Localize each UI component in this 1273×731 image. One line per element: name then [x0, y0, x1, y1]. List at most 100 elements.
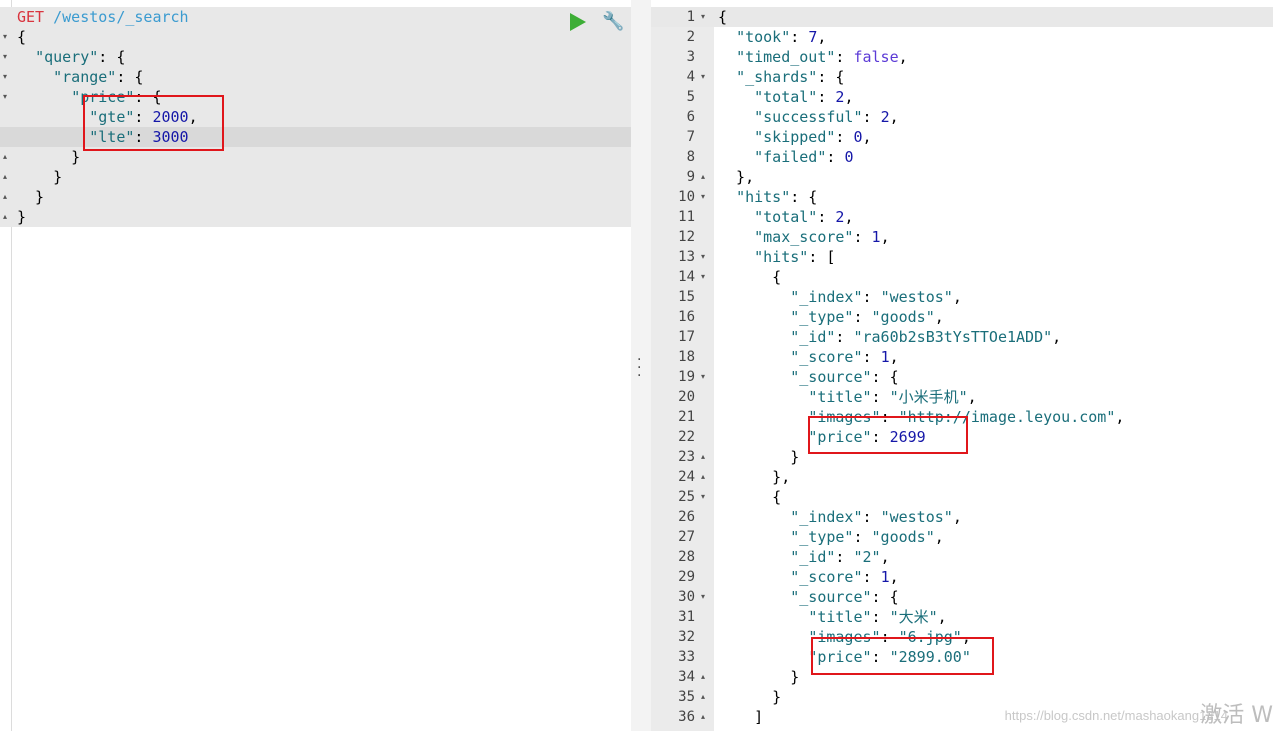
activate-windows-text: 激活 W: [1200, 703, 1273, 728]
fold-toggle-icon[interactable]: ▴: [0, 207, 10, 227]
response-code-line[interactable]: 4 ▾ "_shards": {: [651, 67, 1273, 87]
fold-toggle-icon[interactable]: ▾: [0, 67, 10, 87]
fold-toggle-icon[interactable]: ▾: [0, 47, 10, 67]
response-code-line[interactable]: 8 "failed": 0: [651, 147, 1273, 167]
line-number: 29: [678, 569, 695, 585]
fold-toggle-icon[interactable]: ▴: [698, 167, 708, 187]
request-code-line[interactable]: ▾{: [0, 27, 631, 47]
response-code-line[interactable]: 29 "_score": 1,: [651, 567, 1273, 587]
response-code-line[interactable]: 35 ▴ }: [651, 687, 1273, 707]
line-number: 14: [678, 269, 695, 285]
response-code-line[interactable]: 20 "title": "小米手机",: [651, 387, 1273, 407]
response-code-line[interactable]: 28 "_id": "2",: [651, 547, 1273, 567]
play-icon[interactable]: [570, 13, 586, 31]
line-number: 28: [678, 549, 695, 565]
highlight-box-price-2699: [808, 416, 968, 454]
response-code-line[interactable]: 9 ▴ },: [651, 167, 1273, 187]
request-path: /westos/_search: [44, 8, 189, 26]
fold-toggle-icon[interactable]: ▴: [0, 187, 10, 207]
line-number: 19: [678, 369, 695, 385]
wrench-icon[interactable]: 🔧: [602, 11, 624, 32]
response-code-line[interactable]: 7 "skipped": 0,: [651, 127, 1273, 147]
line-number: 21: [678, 409, 695, 425]
fold-toggle-icon[interactable]: ▴: [0, 147, 10, 167]
fold-toggle-icon[interactable]: ▾: [698, 67, 708, 87]
drag-handle-icon: · · ·: [637, 352, 642, 384]
fold-toggle-icon[interactable]: ▴: [698, 447, 708, 467]
line-number: 2: [686, 29, 695, 45]
response-code-line[interactable]: 11 "total": 2,: [651, 207, 1273, 227]
fold-toggle-icon[interactable]: ▴: [698, 707, 708, 727]
fold-toggle-icon[interactable]: ▾: [698, 7, 708, 27]
fold-toggle-icon[interactable]: ▾: [698, 247, 708, 267]
request-code-line[interactable]: ▾ "range": {: [0, 67, 631, 87]
fold-toggle-icon[interactable]: ▾: [0, 87, 10, 107]
line-number: 3: [686, 49, 695, 65]
line-number: 13: [678, 249, 695, 265]
line-number: 20: [678, 389, 695, 405]
request-code-line[interactable]: ▴}: [0, 207, 631, 227]
line-number: 34: [678, 669, 695, 685]
line-number: 1: [686, 9, 695, 25]
fold-toggle-icon[interactable]: ▴: [698, 667, 708, 687]
response-code-line[interactable]: 18 "_score": 1,: [651, 347, 1273, 367]
fold-toggle-icon[interactable]: ▾: [698, 587, 708, 607]
response-code-line[interactable]: 3 "timed_out": false,: [651, 47, 1273, 67]
response-code-line[interactable]: 19 ▾ "_source": {: [651, 367, 1273, 387]
line-number: 5: [686, 89, 695, 105]
request-editor[interactable]: GET /westos/_search ▾{▾ "query": {▾ "rang…: [0, 0, 631, 731]
line-number: 36: [678, 709, 695, 725]
fold-toggle-icon[interactable]: ▾: [698, 487, 708, 507]
response-code[interactable]: 1 ▾{2 "took": 7, 3 "timed_out": false, 4 ▾ "…: [651, 7, 1273, 727]
line-number: 6: [686, 109, 695, 125]
response-code-line[interactable]: 26 "_index": "westos",: [651, 507, 1273, 527]
highlight-box-query-range: [83, 95, 224, 151]
line-number: 33: [678, 649, 695, 665]
response-code-line[interactable]: 15 "_index": "westos",: [651, 287, 1273, 307]
response-code-line[interactable]: 25 ▾ {: [651, 487, 1273, 507]
response-code-line[interactable]: 10 ▾ "hits": {: [651, 187, 1273, 207]
line-number: 15: [678, 289, 695, 305]
highlight-box-price-2899: [811, 637, 994, 675]
response-code-line[interactable]: 17 "_id": "ra60b2sB3tYsTTOe1ADD",: [651, 327, 1273, 347]
fold-toggle-icon[interactable]: ▴: [0, 167, 10, 187]
request-code-line[interactable]: ▴ }: [0, 167, 631, 187]
line-number: 27: [678, 529, 695, 545]
fold-toggle-icon[interactable]: ▴: [698, 467, 708, 487]
response-code-line[interactable]: 2 "took": 7,: [651, 27, 1273, 47]
line-number: 9: [686, 169, 695, 185]
fold-toggle-icon[interactable]: ▾: [698, 367, 708, 387]
response-code-line[interactable]: 31 "title": "大米",: [651, 607, 1273, 627]
response-code-line[interactable]: 24 ▴ },: [651, 467, 1273, 487]
response-code-line[interactable]: 30 ▾ "_source": {: [651, 587, 1273, 607]
fold-toggle-icon[interactable]: ▾: [0, 27, 10, 47]
fold-toggle-icon[interactable]: ▾: [698, 267, 708, 287]
line-number: 12: [678, 229, 695, 245]
line-number: 22: [678, 429, 695, 445]
response-code-line[interactable]: 16 "_type": "goods",: [651, 307, 1273, 327]
response-code-line[interactable]: 6 "successful": 2,: [651, 107, 1273, 127]
watermark-text: https://blog.csdn.net/mashaokang1314: [1004, 708, 1228, 723]
pane-resize-handle[interactable]: · · ·: [631, 0, 651, 731]
request-method-line[interactable]: GET /westos/_search: [0, 7, 631, 27]
fold-toggle-icon[interactable]: ▾: [698, 187, 708, 207]
request-code-line[interactable]: ▴ }: [0, 187, 631, 207]
response-code-line[interactable]: 14 ▾ {: [651, 267, 1273, 287]
response-code-line[interactable]: 13 ▾ "hits": [: [651, 247, 1273, 267]
line-number: 32: [678, 629, 695, 645]
fold-toggle-icon[interactable]: ▴: [698, 687, 708, 707]
line-number: 11: [678, 209, 695, 225]
request-method: GET: [17, 8, 45, 26]
request-code-line[interactable]: ▾ "query": {: [0, 47, 631, 67]
response-code-line[interactable]: 5 "total": 2,: [651, 87, 1273, 107]
line-number: 18: [678, 349, 695, 365]
line-number: 30: [678, 589, 695, 605]
line-number: 31: [678, 609, 695, 625]
line-number: 26: [678, 509, 695, 525]
response-viewer[interactable]: 1 ▾{2 "took": 7, 3 "timed_out": false, 4 ▾ "…: [651, 0, 1273, 731]
response-code-line[interactable]: 12 "max_score": 1,: [651, 227, 1273, 247]
line-number: 4: [686, 69, 695, 85]
line-number: 23: [678, 449, 695, 465]
response-code-line[interactable]: 27 "_type": "goods",: [651, 527, 1273, 547]
response-code-line[interactable]: 1 ▾{: [651, 7, 1273, 27]
